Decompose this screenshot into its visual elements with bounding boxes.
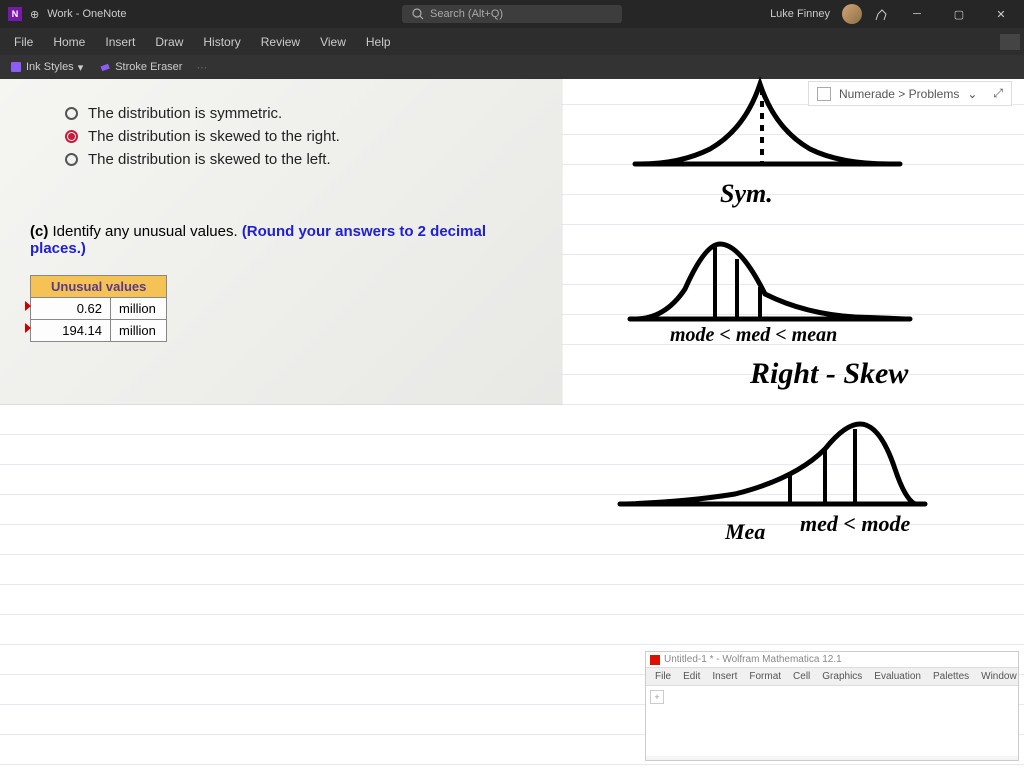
wolfram-menu-window[interactable]: Window <box>976 670 1022 683</box>
menu-draw[interactable]: Draw <box>145 31 193 53</box>
wolfram-menu-file[interactable]: File <box>650 670 676 683</box>
wolfram-menu-palettes[interactable]: Palettes <box>928 670 974 683</box>
search-icon <box>412 8 424 20</box>
wolfram-menu-format[interactable]: Format <box>744 670 786 683</box>
table-header: Unusual values <box>31 276 167 298</box>
radio-unselected-icon <box>65 153 78 166</box>
search-box[interactable]: Search (Alt+Q) <box>402 5 622 23</box>
cell-unit: million <box>111 298 167 320</box>
menu-view[interactable]: View <box>310 31 356 53</box>
wolfram-logo-icon <box>650 655 660 665</box>
option-left-skew-text: The distribution is skewed to the left. <box>88 151 331 168</box>
menu-insert[interactable]: Insert <box>95 31 145 53</box>
table-row: 0.62 million <box>31 298 167 320</box>
draw-mode-icon[interactable] <box>874 6 890 22</box>
option-symmetric: The distribution is symmetric. <box>65 105 532 122</box>
radio-unselected-icon <box>65 107 78 120</box>
part-c-prompt: (c) Identify any unusual values. (Round … <box>30 223 532 257</box>
toolbar-overflow[interactable]: ⋯ <box>192 61 211 74</box>
cell-value: 0.62 <box>77 301 102 316</box>
option-symmetric-text: The distribution is symmetric. <box>88 105 282 122</box>
part-c-label: (c) <box>30 223 48 240</box>
cell-marker-icon <box>25 301 31 311</box>
user-name[interactable]: Luke Finney <box>770 8 830 20</box>
ink-label-right-skew: Right - Skew <box>750 357 908 391</box>
ink-label-mode-med-mean: mode < med < mean <box>670 324 837 347</box>
ink-label-med-mode: med < mode <box>800 511 910 537</box>
ink-styles-label: Ink Styles <box>26 61 74 73</box>
wolfram-new-cell-button[interactable]: + <box>650 690 664 704</box>
wolfram-menu-graphics[interactable]: Graphics <box>817 670 867 683</box>
wolfram-window[interactable]: Untitled-1 * - Wolfram Mathematica 12.1 … <box>645 651 1019 761</box>
minimize-button[interactable]: ─ <box>902 8 932 20</box>
chevron-down-icon: ▾ <box>78 61 84 74</box>
ink-label-mean2: Mea <box>725 519 765 545</box>
option-left-skew: The distribution is skewed to the left. <box>65 151 532 168</box>
avatar[interactable] <box>842 4 862 24</box>
search-placeholder: Search (Alt+Q) <box>430 8 503 20</box>
ink-label-sym: Sym. <box>720 179 773 209</box>
wolfram-menu-evaluation[interactable]: Evaluation <box>869 670 926 683</box>
wolfram-menu-cell[interactable]: Cell <box>788 670 815 683</box>
menu-home[interactable]: Home <box>43 31 95 53</box>
ink-styles-button[interactable]: Ink Styles ▾ <box>4 59 89 76</box>
ink-styles-icon <box>10 61 22 73</box>
wolfram-menubar: File Edit Insert Format Cell Graphics Ev… <box>646 668 1018 686</box>
menu-review[interactable]: Review <box>251 31 310 53</box>
maximize-button[interactable]: ▢ <box>944 8 974 21</box>
expand-icon[interactable]: ⤢ <box>993 86 1003 101</box>
option-right-skew-text: The distribution is skewed to the right. <box>88 128 340 145</box>
option-right-skew: The distribution is skewed to the right. <box>65 128 532 145</box>
menubar: File Home Insert Draw History Review Vie… <box>0 28 1024 55</box>
chevron-down-icon: ⌄ <box>967 87 977 101</box>
eraser-icon <box>99 61 111 73</box>
unusual-values-table: Unusual values 0.62 million 194.14 milli… <box>30 275 167 342</box>
radio-selected-icon <box>65 130 78 143</box>
wolfram-titlebar[interactable]: Untitled-1 * - Wolfram Mathematica 12.1 <box>646 652 1018 668</box>
table-row: 194.14 million <box>31 320 167 342</box>
wolfram-menu-edit[interactable]: Edit <box>678 670 705 683</box>
cell-marker-icon <box>25 323 31 333</box>
note-canvas[interactable]: The distribution is symmetric. The distr… <box>0 79 1024 770</box>
stroke-eraser-button[interactable]: Stroke Eraser <box>93 59 188 75</box>
wolfram-notebook-body[interactable]: + <box>646 686 1018 756</box>
onenote-app-icon[interactable]: N <box>8 7 22 21</box>
embedded-question-image: The distribution is symmetric. The distr… <box>0 79 562 404</box>
close-button[interactable]: ✕ <box>986 8 1016 21</box>
window-title: Work - OneNote <box>47 8 126 20</box>
titlebar: N ⊕ Work - OneNote Search (Alt+Q) Luke F… <box>0 0 1024 28</box>
wolfram-title-text: Untitled-1 * - Wolfram Mathematica 12.1 <box>664 654 842 665</box>
menu-file[interactable]: File <box>4 31 43 53</box>
part-c-text: Identify any unusual values. <box>53 223 238 240</box>
stroke-eraser-label: Stroke Eraser <box>115 61 182 73</box>
cell-unit: million <box>111 320 167 342</box>
menu-help[interactable]: Help <box>356 31 401 53</box>
menu-history[interactable]: History <box>193 31 250 53</box>
back-button[interactable]: ⊕ <box>30 8 39 21</box>
ribbon-toggle[interactable] <box>1000 34 1020 50</box>
cell-value: 194.14 <box>62 323 102 338</box>
wolfram-menu-insert[interactable]: Insert <box>707 670 742 683</box>
